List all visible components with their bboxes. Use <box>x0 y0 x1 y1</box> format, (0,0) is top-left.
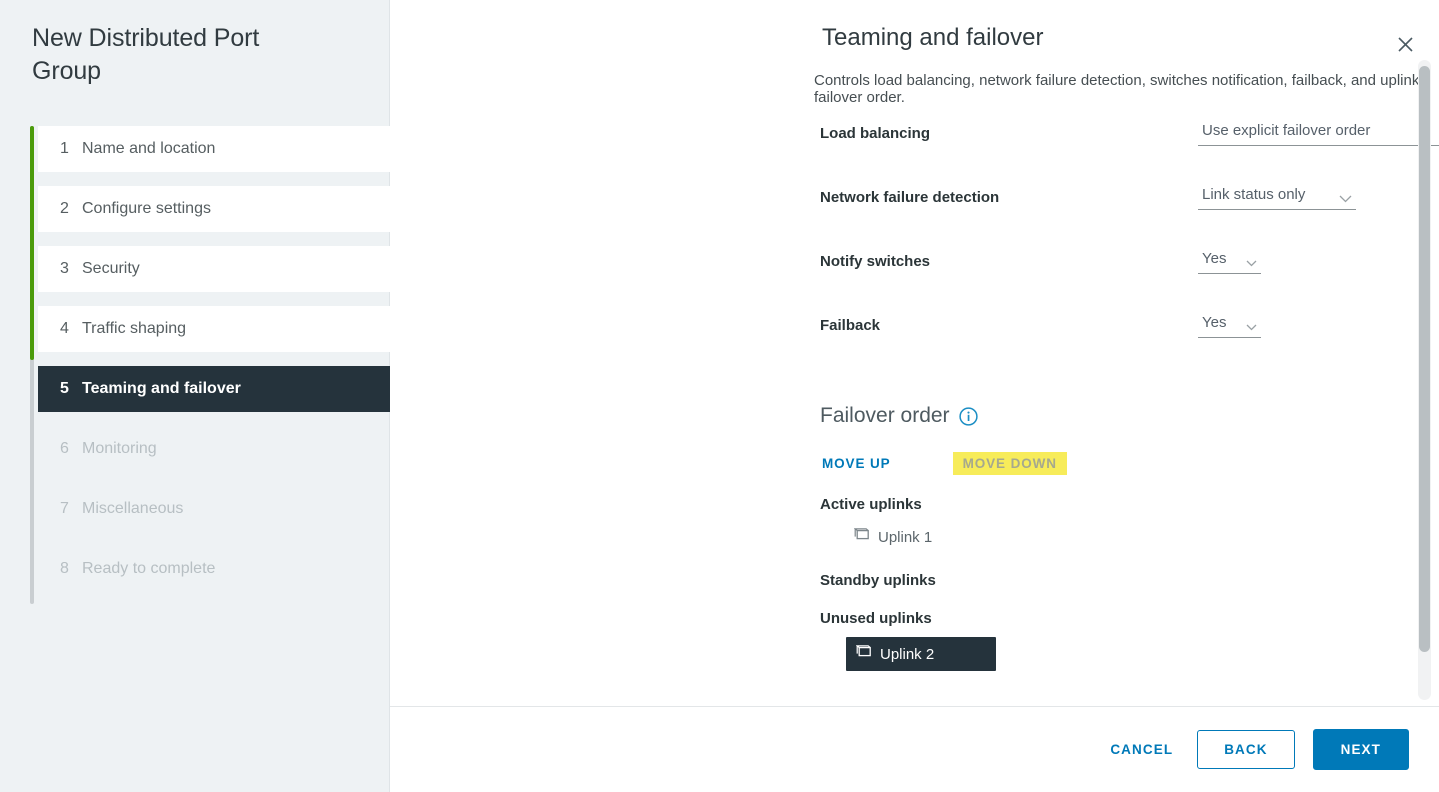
chevron-down-icon <box>1339 195 1352 203</box>
step-label: Teaming and failover <box>82 380 241 397</box>
failover-order-title: Failover order <box>820 404 950 427</box>
network-adapter-icon <box>853 528 870 546</box>
back-button[interactable]: BACK <box>1197 730 1295 769</box>
chevron-down-icon <box>1246 324 1257 331</box>
load-balancing-value: Use explicit failover order <box>1202 122 1371 139</box>
chevron-down-icon <box>1246 260 1257 267</box>
step-number: 6 <box>60 440 69 457</box>
step-number: 4 <box>60 320 69 337</box>
move-up-button[interactable]: MOVE UP <box>820 452 893 475</box>
failover-move-buttons: MOVE UP MOVE DOWN <box>820 452 1439 475</box>
notify-switches-value: Yes <box>1202 250 1227 267</box>
sidebar-item-miscellaneous: 7 Miscellaneous <box>38 486 390 532</box>
failover-order-heading: Failover order <box>820 404 1439 428</box>
step-number: 3 <box>60 260 69 277</box>
step-number: 7 <box>60 500 69 517</box>
step-number: 2 <box>60 200 69 217</box>
form-row-load-balancing: Load balancing Use explicit failover ord… <box>820 122 1439 186</box>
wizard-footer: CANCEL BACK NEXT <box>390 706 1439 792</box>
sidebar-item-configure-settings[interactable]: 2 Configure settings <box>38 186 390 232</box>
teaming-form: Load balancing Use explicit failover ord… <box>820 122 1439 378</box>
wizard-sidebar: New Distributed Port Group 1 Name and lo… <box>0 0 390 792</box>
step-number: 5 <box>60 380 69 397</box>
step-label: Traffic shaping <box>82 320 187 337</box>
network-failure-detection-select[interactable]: Link status only <box>1198 186 1356 210</box>
unused-uplinks-title: Unused uplinks <box>820 610 932 627</box>
close-icon[interactable] <box>1391 30 1419 58</box>
step-progress-complete <box>30 126 34 360</box>
sidebar-item-name-and-location[interactable]: 1 Name and location <box>38 126 390 172</box>
next-button[interactable]: NEXT <box>1312 729 1409 770</box>
failback-value: Yes <box>1202 314 1227 331</box>
wizard-step-list: 1 Name and location 2 Configure settings… <box>38 126 390 606</box>
notify-switches-select[interactable]: Yes <box>1198 250 1261 274</box>
network-failure-detection-value: Link status only <box>1202 186 1306 203</box>
cancel-button[interactable]: CANCEL <box>1104 734 1179 765</box>
scrollbar-thumb[interactable] <box>1419 66 1430 652</box>
scrollbar-track[interactable] <box>1418 60 1431 700</box>
step-label: Miscellaneous <box>82 500 184 517</box>
step-number: 8 <box>60 560 69 577</box>
active-uplinks-title: Active uplinks <box>820 496 922 513</box>
page-subtitle: Controls load balancing, network failure… <box>814 72 1420 106</box>
step-progress-rail <box>30 126 34 604</box>
form-row-failback: Failback Yes <box>820 314 1439 378</box>
step-label: Monitoring <box>82 440 157 457</box>
failover-order-section: Failover order MOVE UP MOVE DOWN Active … <box>820 404 1439 671</box>
load-balancing-label: Load balancing <box>820 125 931 142</box>
list-item-uplink-2[interactable]: Uplink 2 <box>846 637 997 671</box>
failback-label: Failback <box>820 317 881 334</box>
wizard-main-pane: Teaming and failover Controls load balan… <box>390 0 1439 792</box>
page-title: Teaming and failover <box>822 24 1044 51</box>
wizard-dialog: New Distributed Port Group 1 Name and lo… <box>0 0 1439 792</box>
uplink-label: Uplink 2 <box>880 645 935 663</box>
list-item-uplink-1[interactable]: Uplink 1 <box>848 523 942 551</box>
wizard-title: New Distributed Port Group <box>32 24 260 85</box>
form-row-network-failure-detection: Network failure detection Link status on… <box>820 186 1439 250</box>
network-failure-detection-label: Network failure detection <box>820 189 1000 206</box>
step-number: 1 <box>60 140 69 157</box>
load-balancing-select[interactable]: Use explicit failover order <box>1198 122 1439 146</box>
standby-uplinks-title: Standby uplinks <box>820 572 936 589</box>
uplink-label: Uplink 1 <box>878 528 933 546</box>
notify-switches-label: Notify switches <box>820 253 931 270</box>
info-icon[interactable] <box>958 406 978 426</box>
sidebar-item-monitoring: 6 Monitoring <box>38 426 390 472</box>
sidebar-item-ready-to-complete: 8 Ready to complete <box>38 546 390 592</box>
step-label: Security <box>82 260 140 277</box>
network-adapter-icon <box>855 645 872 663</box>
step-label: Configure settings <box>82 200 211 217</box>
sidebar-item-security[interactable]: 3 Security <box>38 246 390 292</box>
form-row-notify-switches: Notify switches Yes <box>820 250 1439 314</box>
failback-select[interactable]: Yes <box>1198 314 1261 338</box>
move-down-button: MOVE DOWN <box>952 452 1067 475</box>
sidebar-item-teaming-and-failover[interactable]: 5 Teaming and failover <box>38 366 390 412</box>
sidebar-item-traffic-shaping[interactable]: 4 Traffic shaping <box>38 306 390 352</box>
step-label: Ready to complete <box>82 560 216 577</box>
step-label: Name and location <box>82 140 216 157</box>
